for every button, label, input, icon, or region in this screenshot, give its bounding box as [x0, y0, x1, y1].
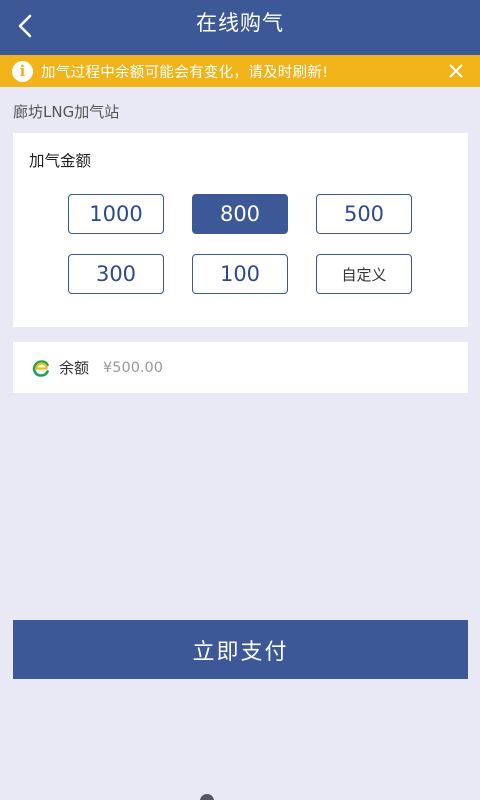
amount-label: 加气金额: [29, 152, 92, 170]
station-name: 廊坊LNG加气站: [13, 103, 120, 121]
page: 在线购气 i 加气过程中余额可能会有变化，请及时刷新! 廊坊LNG加气站 加气金…: [0, 0, 480, 800]
amount-option-300[interactable]: 300: [68, 254, 164, 294]
notice-text: 加气过程中余额可能会有变化，请及时刷新!: [41, 64, 329, 81]
amount-card: 加气金额 1000 800 500 300 100 自定义: [13, 133, 468, 327]
amount-option-1000[interactable]: 1000: [68, 194, 164, 234]
close-icon: [449, 64, 463, 78]
bottom-partial-icon: [200, 794, 214, 800]
amount-option-custom[interactable]: 自定义: [316, 254, 412, 294]
amount-option-100[interactable]: 100: [192, 254, 288, 294]
amount-option-800[interactable]: 800: [192, 194, 288, 234]
app-header: 在线购气: [0, 0, 480, 55]
info-icon: i: [12, 60, 33, 82]
page-title: 在线购气: [196, 11, 284, 35]
balance-value: ¥500.00: [103, 359, 163, 376]
e-wallet-icon: [32, 359, 49, 377]
notice-close-button[interactable]: [444, 59, 468, 83]
balance-row: 余额 ¥500.00: [13, 342, 468, 393]
amount-option-500[interactable]: 500: [316, 194, 412, 234]
pay-now-button[interactable]: 立即支付: [13, 620, 468, 679]
balance-label: 余额: [59, 359, 90, 377]
notice-bar: i 加气过程中余额可能会有变化，请及时刷新!: [0, 55, 480, 87]
